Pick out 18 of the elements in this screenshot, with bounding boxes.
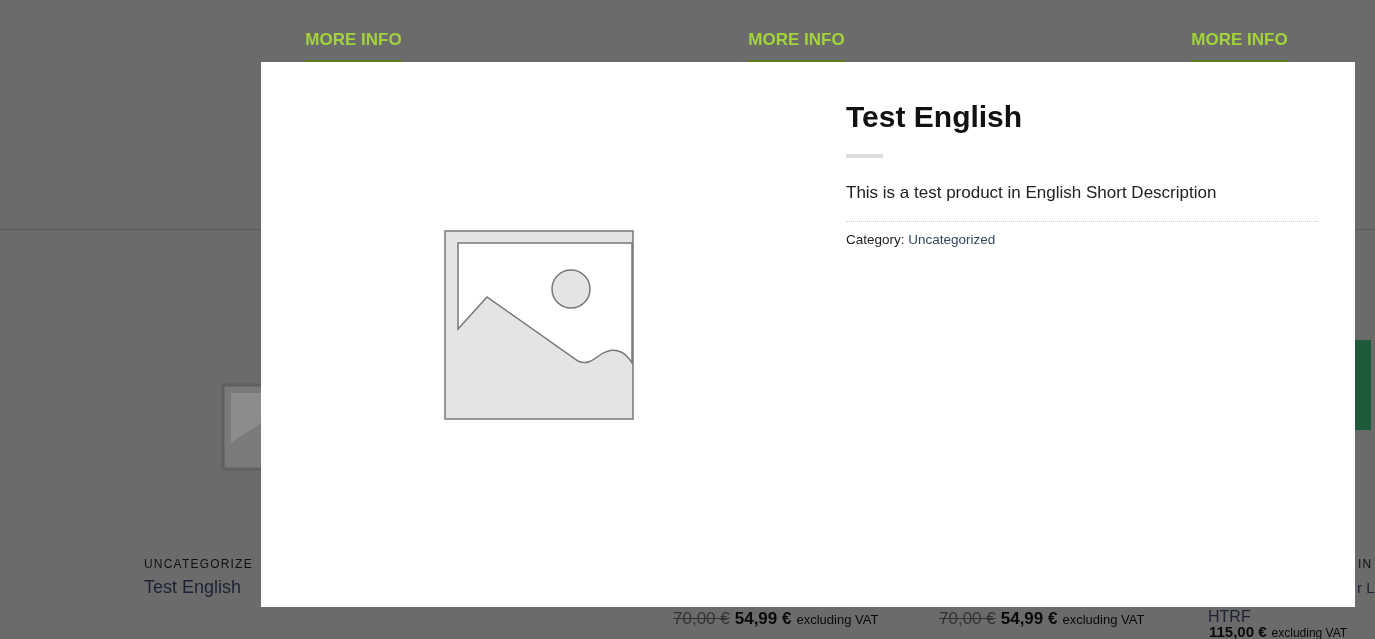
product-title[interactable]: Test English bbox=[144, 577, 242, 598]
product-title: Test English bbox=[846, 100, 1023, 134]
product-category: IN bbox=[1358, 557, 1371, 571]
product-title[interactable]: r L bbox=[1357, 577, 1375, 598]
sale-price: 54,99 € bbox=[734, 609, 792, 629]
category-label: Category: bbox=[846, 232, 905, 247]
product-title[interactable]: HTRF bbox=[1208, 608, 1251, 625]
price: 115,00 € bbox=[1209, 625, 1267, 639]
category-link[interactable]: Uncategorized bbox=[908, 232, 996, 247]
old-price: 70,00 € bbox=[939, 609, 996, 629]
tax-note: excluding VAT bbox=[1062, 612, 1145, 627]
product-category: UNCATEGORIZE bbox=[144, 557, 254, 571]
sale-price: 54,99 € bbox=[1000, 609, 1058, 629]
tax-note: excluding VAT bbox=[796, 612, 879, 627]
tax-note: excluding VAT bbox=[1271, 626, 1348, 639]
product-description: This is a test product in English Short Description bbox=[846, 183, 1217, 203]
old-price: 70,00 € bbox=[673, 609, 730, 629]
image-placeholder-icon bbox=[442, 228, 635, 421]
